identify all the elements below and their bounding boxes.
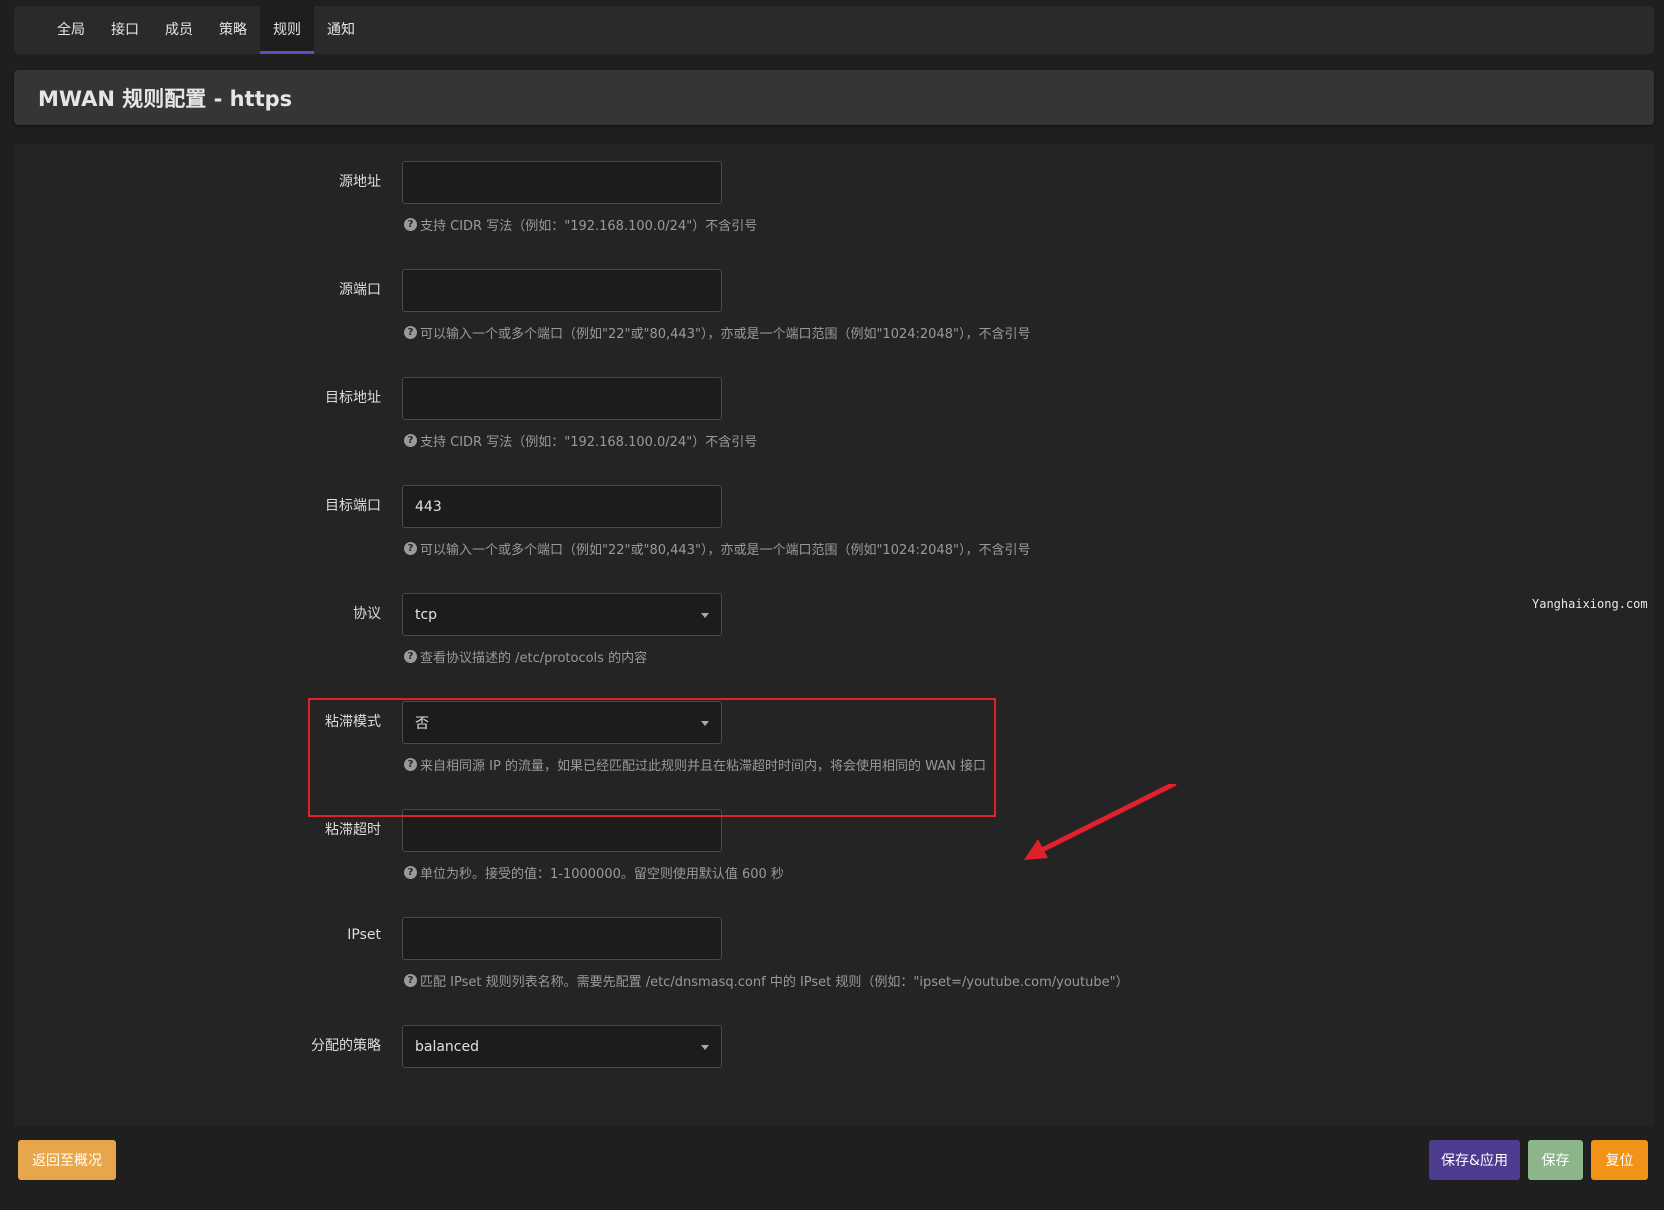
save-button[interactable]: 保存 — [1528, 1140, 1583, 1180]
question-circle-icon: ? — [404, 326, 417, 339]
dest-ip-hint: ? 支持 CIDR 写法（例如："192.168.100.0/24"）不含引号 — [404, 431, 757, 450]
timeout-hint-text: 单位为秒。接受的值：1-1000000。留空则使用默认值 600 秒 — [420, 867, 784, 882]
src-ip-hint: ? 支持 CIDR 写法（例如："192.168.100.0/24"）不含引号 — [404, 215, 757, 234]
question-circle-icon: ? — [404, 434, 417, 447]
question-circle-icon: ? — [404, 866, 417, 879]
timeout-input[interactable] — [402, 809, 722, 852]
question-circle-icon: ? — [404, 218, 417, 231]
tab-interfaces[interactable]: 接口 — [98, 6, 152, 54]
proto-select[interactable]: tcp — [402, 593, 722, 636]
dest-ip-input[interactable] — [402, 377, 722, 420]
question-circle-icon: ? — [404, 974, 417, 987]
ipset-input[interactable] — [402, 917, 722, 960]
rule-form: 源地址 ? 支持 CIDR 写法（例如："192.168.100.0/24"）不含… — [14, 144, 1654, 1126]
policy-label: 分配的策略 — [311, 1038, 381, 1054]
back-to-overview-button[interactable]: 返回至概况 — [18, 1140, 116, 1180]
watermark-text: Yanghaixiong.com — [1532, 597, 1648, 611]
proto-hint-text: 查看协议描述的 /etc/protocols 的内容 — [420, 651, 648, 666]
question-circle-icon: ? — [404, 650, 417, 663]
question-circle-icon: ? — [404, 758, 417, 771]
ipset-hint-text: 匹配 IPset 规则列表名称。需要先配置 /etc/dnsmasq.conf … — [420, 975, 1129, 990]
src-ip-input[interactable] — [402, 161, 722, 204]
tab-members[interactable]: 成员 — [152, 6, 206, 54]
timeout-label: 粘滞超时 — [325, 822, 381, 838]
tab-notify[interactable]: 通知 — [314, 6, 368, 54]
timeout-hint: ? 单位为秒。接受的值：1-1000000。留空则使用默认值 600 秒 — [404, 863, 784, 882]
question-circle-icon: ? — [404, 542, 417, 555]
dest-port-hint-text: 可以输入一个或多个端口（例如"22"或"80,443"），亦或是一个端口范围（例… — [420, 543, 1031, 558]
proto-hint: ? 查看协议描述的 /etc/protocols 的内容 — [404, 647, 647, 666]
red-arrow-icon — [1024, 784, 1177, 860]
dest-ip-hint-text: 支持 CIDR 写法（例如："192.168.100.0/24"）不含引号 — [420, 435, 758, 450]
reset-button[interactable]: 复位 — [1591, 1140, 1648, 1180]
sticky-label: 粘滞模式 — [325, 714, 381, 730]
sticky-select[interactable]: 否 — [402, 701, 722, 744]
dest-port-label: 目标端口 — [325, 498, 381, 514]
page-header: MWAN 规则配置 - https — [14, 70, 1654, 125]
sticky-hint-text: 来自相同源 IP 的流量，如果已经匹配过此规则并且在粘滞超时时间内，将会使用相同… — [420, 759, 986, 774]
dest-port-hint: ? 可以输入一个或多个端口（例如"22"或"80,443"），亦或是一个端口范围（… — [404, 539, 1030, 558]
page-title: MWAN 规则配置 - https — [38, 86, 293, 111]
ipset-hint: ? 匹配 IPset 规则列表名称。需要先配置 /etc/dnsmasq.conf… — [404, 971, 1129, 990]
src-port-input[interactable] — [402, 269, 722, 312]
src-port-hint: ? 可以输入一个或多个端口（例如"22"或"80,443"），亦或是一个端口范围（… — [404, 323, 1030, 342]
sticky-hint: ? 来自相同源 IP 的流量，如果已经匹配过此规则并且在粘滞超时时间内，将会使用相… — [404, 755, 986, 774]
src-port-label: 源端口 — [339, 282, 381, 298]
proto-label: 协议 — [353, 606, 381, 622]
tab-rules[interactable]: 规则 — [260, 6, 314, 54]
src-ip-hint-text: 支持 CIDR 写法（例如："192.168.100.0/24"）不含引号 — [420, 219, 758, 234]
src-ip-label: 源地址 — [339, 174, 381, 190]
dest-ip-label: 目标地址 — [325, 390, 381, 406]
dest-port-input[interactable]: 443 — [402, 485, 722, 528]
tab-policies[interactable]: 策略 — [206, 6, 260, 54]
save-apply-button[interactable]: 保存&应用 — [1429, 1140, 1520, 1180]
ipset-label: IPset — [347, 927, 381, 943]
policy-select[interactable]: balanced — [402, 1025, 722, 1068]
src-port-hint-text: 可以输入一个或多个端口（例如"22"或"80,443"），亦或是一个端口范围（例… — [420, 327, 1031, 342]
tab-global[interactable]: 全局 — [44, 6, 98, 54]
tab-bar: 全局 接口 成员 策略 规则 通知 — [14, 6, 1654, 54]
